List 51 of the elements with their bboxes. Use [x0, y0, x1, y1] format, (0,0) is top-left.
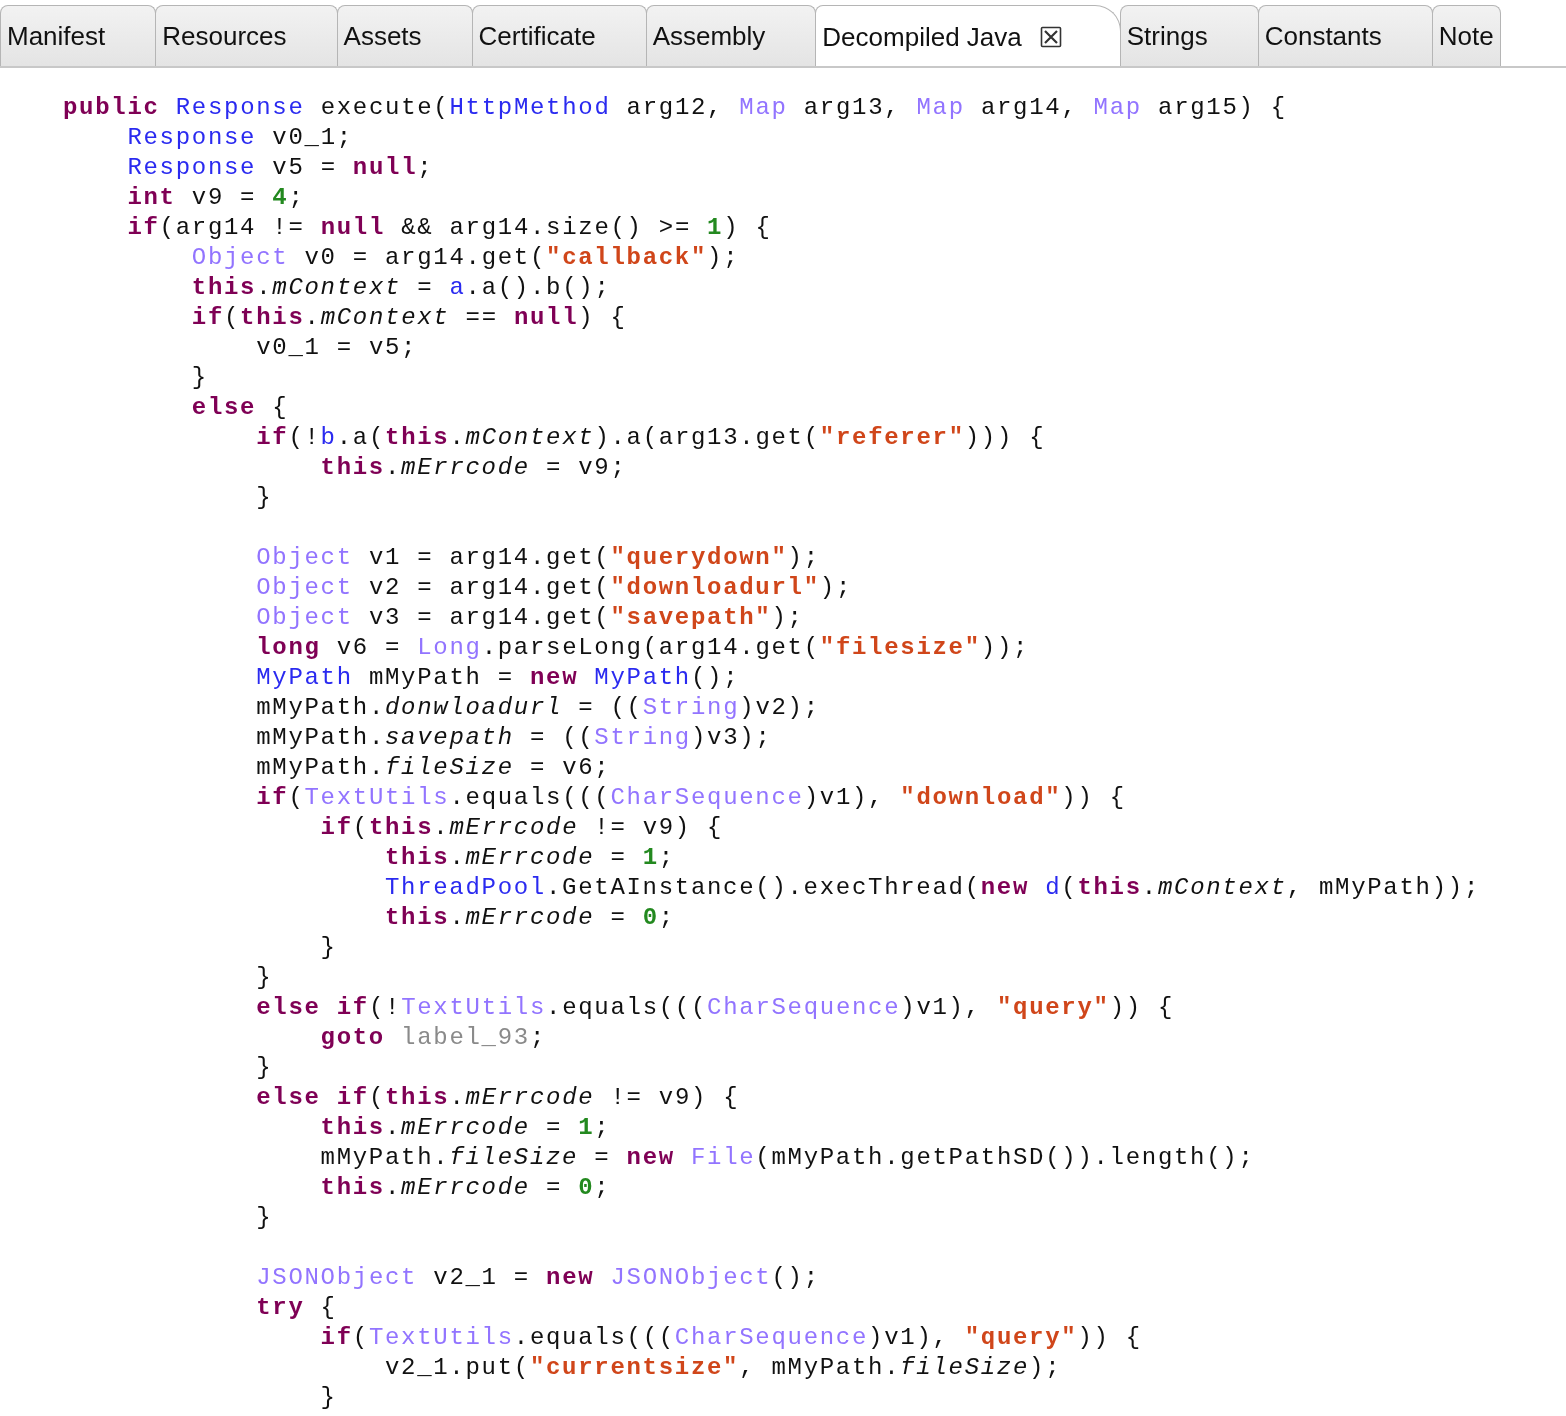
code-line: int v9 = 4;: [127, 183, 305, 213]
code-line: }: [256, 963, 273, 993]
tab[interactable]: Certificate: [471, 5, 647, 66]
code-line: this.mErrcode = 0;: [320, 1173, 611, 1203]
code-line: if(this.mErrcode != v9) {: [320, 813, 724, 843]
code-line: Response v5 = null;: [127, 153, 434, 183]
code-line: else {: [191, 393, 289, 423]
code-line: try {: [256, 1293, 337, 1323]
code-line: }: [256, 1053, 273, 1083]
code-line: this.mErrcode = 1;: [384, 843, 675, 873]
code-line: Response v0_1;: [127, 123, 353, 153]
code-line: v2_1.put("currentsize", mMyPath.fileSize);: [384, 1353, 1062, 1383]
code-line: }: [191, 363, 208, 393]
tab[interactable]: Assets: [336, 5, 473, 66]
code-line: this.mContext = a.a().b();: [191, 273, 611, 303]
code-line: this.mErrcode = 1;: [320, 1113, 611, 1143]
code-line: if(this.mContext == null) {: [191, 303, 627, 333]
code-line: mMyPath.savepath = ((String)v3);: [256, 723, 772, 753]
code-line: JSONObject v2_1 = new JSONObject();: [256, 1263, 820, 1293]
code-line: Object v3 = arg14.get("savepath");: [256, 603, 804, 633]
code-line: if(TextUtils.equals(((CharSequence)v1), "query")) {: [320, 1323, 1142, 1353]
code-line: this.mErrcode = v9;: [320, 453, 627, 483]
code-line: if(TextUtils.equals(((CharSequence)v1), "download")) {: [256, 783, 1126, 813]
code-line: if(arg14 != null && arg14.size() >= 1) {: [127, 213, 772, 243]
code-line: }: [256, 483, 273, 513]
tab[interactable]: Manifest: [0, 5, 157, 66]
tab[interactable]: Assembly: [645, 5, 817, 66]
tab[interactable]: Resources: [155, 5, 338, 66]
tab[interactable]: Constants: [1257, 5, 1433, 66]
close-icon[interactable]: [1039, 26, 1062, 48]
code-line: this.mErrcode = 0;: [384, 903, 675, 933]
code-line: if(!b.a(this.mContext).a(arg13.get("referer"))) {: [256, 423, 1046, 453]
code-line: Object v2 = arg14.get("downloadurl");: [256, 573, 852, 603]
code-line: mMyPath.fileSize = v6;: [256, 753, 611, 783]
code-line: long v6 = Long.parseLong(arg14.get("filesize"));: [256, 633, 1030, 663]
tab[interactable]: Note: [1431, 5, 1501, 66]
code-line: }: [256, 1203, 273, 1233]
code-line: goto label_93;: [320, 1023, 546, 1053]
code-line: mMyPath.fileSize = new File(mMyPath.getPathSD()).length();: [320, 1143, 1255, 1173]
code-line: v0_1 = v5;: [256, 333, 418, 363]
tab[interactable]: Strings: [1119, 5, 1259, 66]
code-line: else if(this.mErrcode != v9) {: [256, 1083, 740, 1113]
code-line: }: [320, 1383, 337, 1413]
code-line: Object v0 = arg14.get("callback");: [191, 243, 740, 273]
code-line: else if(!TextUtils.equals(((CharSequence)v1), "query")) {: [256, 993, 1175, 1023]
code-line: ThreadPool.GetAInstance().execThread(new d(this.mContext, mMyPath));: [384, 873, 1480, 903]
code-line: Object v1 = arg14.get("querydown");: [256, 543, 820, 573]
code-line: }: [320, 933, 337, 963]
code-line: mMyPath.donwloadurl = ((String)v2);: [256, 693, 820, 723]
code-line: MyPath mMyPath = new MyPath();: [256, 663, 740, 693]
code-line: public Response execute(HttpMethod arg12, Map arg13, Map arg14, Map arg15) {: [63, 93, 1287, 123]
